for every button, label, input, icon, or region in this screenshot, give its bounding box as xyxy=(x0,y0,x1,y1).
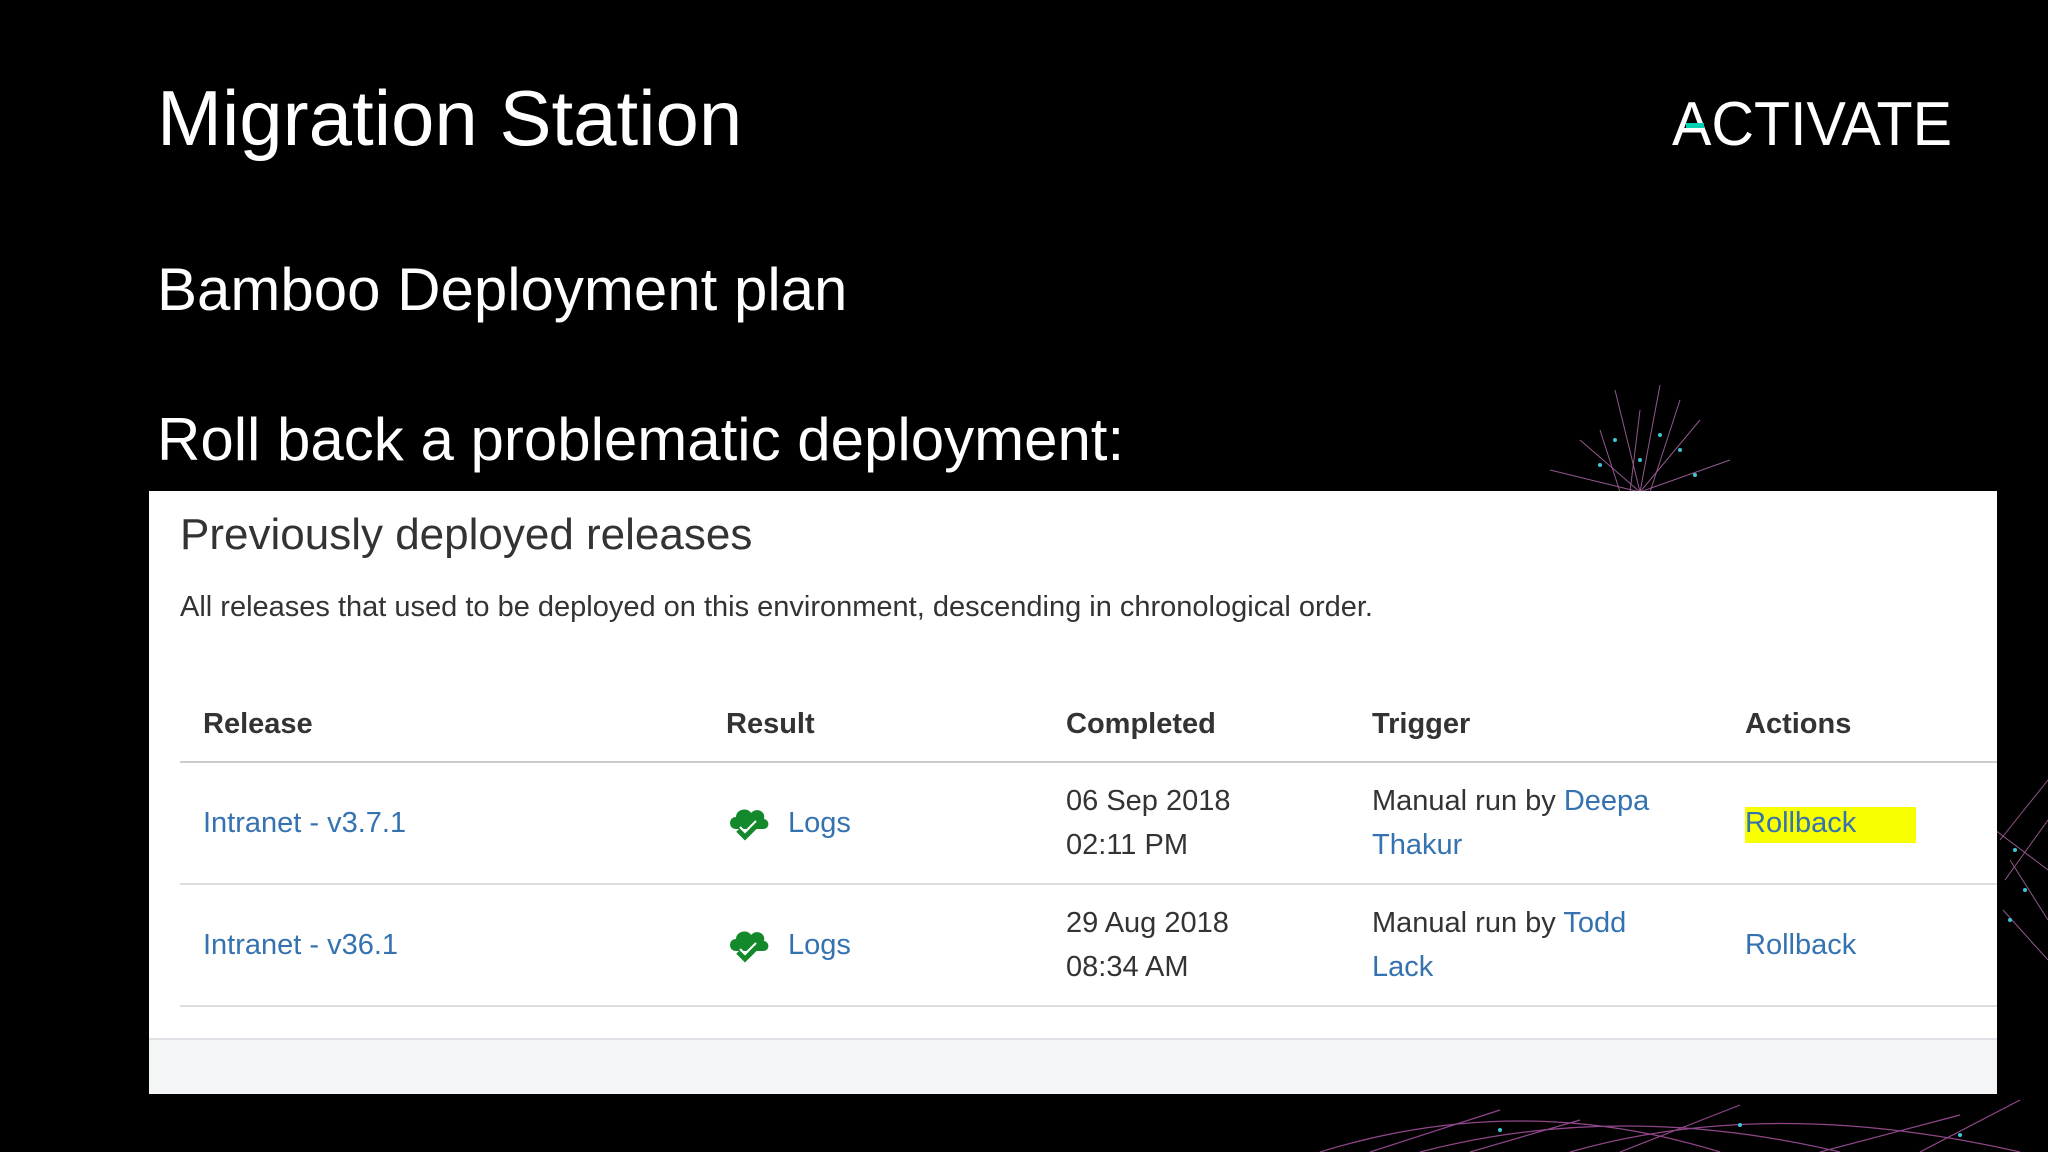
svg-text:ACTIVATE: ACTIVATE xyxy=(1672,93,1952,151)
completed-time: 08:34 AM xyxy=(1066,951,1189,983)
column-header-release: Release xyxy=(180,687,703,763)
trigger-user-link[interactable]: Todd xyxy=(1563,907,1626,939)
completed-time: 02:11 PM xyxy=(1066,829,1188,861)
slide-step-text: Roll back a problematic deployment: xyxy=(157,406,1125,473)
logs-link[interactable]: Logs xyxy=(788,801,851,845)
slide-title: Migration Station xyxy=(157,74,743,162)
trigger-user-link[interactable]: Deepa xyxy=(1564,785,1649,817)
trigger-text: Manual run by xyxy=(1372,785,1556,817)
result-cell: Logs xyxy=(726,801,1066,845)
network-decoration-icon xyxy=(1549,384,1731,492)
network-decoration-icon xyxy=(1995,779,2048,961)
column-header-trigger: Trigger xyxy=(1372,687,1745,763)
column-header-completed: Completed xyxy=(1066,687,1372,763)
panel-footer xyxy=(149,1038,1997,1094)
slide-subtitle: Bamboo Deployment plan xyxy=(157,256,848,323)
activate-logo: ACTIVATE xyxy=(1672,93,1952,151)
completed-date: 06 Sep 2018 xyxy=(1066,785,1231,817)
trigger-text: Manual run by xyxy=(1372,907,1556,939)
success-cloud-check-icon xyxy=(730,931,769,963)
result-cell: Logs xyxy=(726,923,1066,967)
logs-link[interactable]: Logs xyxy=(788,923,851,967)
success-cloud-check-icon xyxy=(730,809,769,841)
rollback-link[interactable]: Rollback xyxy=(1745,807,1917,843)
table-row: Intranet - v3.7.1 Logs 06 Sep 2018 02:11… xyxy=(180,762,1997,885)
rollback-link[interactable]: Rollback xyxy=(1745,929,1856,961)
column-header-result: Result xyxy=(703,687,1066,763)
trigger-user-link-continued[interactable]: Lack xyxy=(1372,945,1745,989)
column-header-actions: Actions xyxy=(1745,687,1997,763)
release-link[interactable]: Intranet - v36.1 xyxy=(203,929,398,961)
panel-title: Previously deployed releases xyxy=(180,510,753,559)
release-link[interactable]: Intranet - v3.7.1 xyxy=(203,807,406,839)
completed-date: 29 Aug 2018 xyxy=(1066,907,1229,939)
releases-table: Release Result Completed Trigger Actions… xyxy=(180,687,1997,1007)
network-decoration-icon xyxy=(1320,1099,2021,1152)
deployed-releases-panel: Previously deployed releases All release… xyxy=(149,491,1997,1094)
table-row: Intranet - v36.1 Logs 29 Aug 2018 08:34 … xyxy=(180,884,1997,1007)
trigger-user-link-continued[interactable]: Thakur xyxy=(1372,823,1745,867)
panel-description: All releases that used to be deployed on… xyxy=(180,591,1373,623)
table-header-row: Release Result Completed Trigger Actions xyxy=(180,687,1997,763)
